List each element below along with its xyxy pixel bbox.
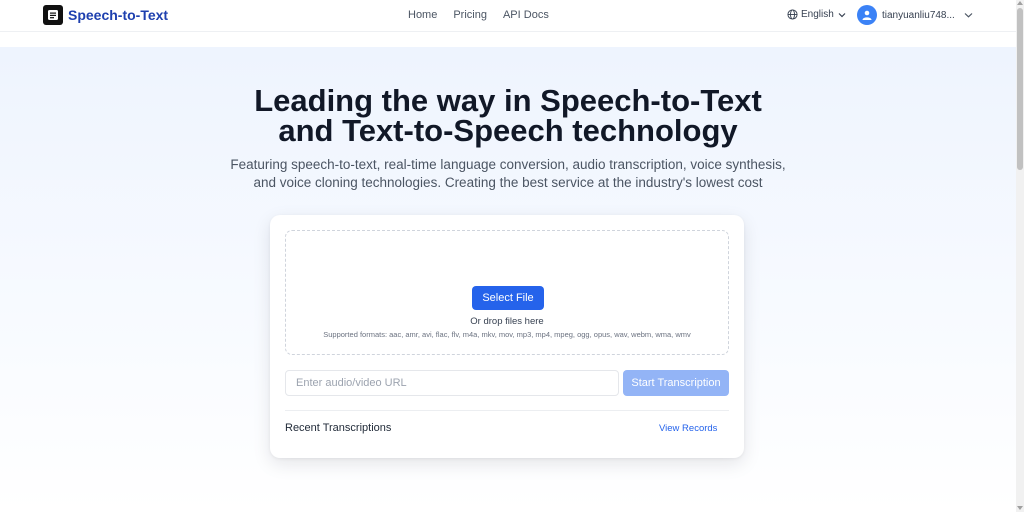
top-nav-bar: Speech-to-Text Home Pricing API Docs Eng… [0,0,1016,32]
scroll-up-arrow-icon[interactable] [1017,1,1023,5]
start-transcription-button[interactable]: Start Transcription [623,370,729,396]
user-menu[interactable]: tianyuanliu748... [857,5,973,25]
hero-subtitle-line-1: Featuring speech-to-text, real-time lang… [230,157,786,172]
view-records-link[interactable]: View Records [659,423,717,434]
user-avatar-icon [857,5,877,25]
globe-icon [787,9,798,20]
hero-subtitle-line-2: and voice cloning technologies. Creating… [253,175,763,190]
nav-home[interactable]: Home [408,9,437,21]
app-logo-icon [43,5,63,25]
page-scrollbar[interactable] [1016,0,1024,512]
drop-hint: Or drop files here [470,316,544,327]
divider [285,410,729,411]
language-selector[interactable]: English [787,9,846,20]
select-file-button[interactable]: Select File [472,286,544,310]
upload-card: Select File Or drop files here Supported… [270,215,744,458]
hero-subtitle: Featuring speech-to-text, real-time lang… [0,156,1016,192]
main-nav: Home Pricing API Docs [408,9,565,21]
hero-title-line-1: Leading the way in Speech-to-Text [254,83,762,118]
nav-api-docs[interactable]: API Docs [503,9,549,21]
scrollbar-thumb[interactable] [1017,8,1023,170]
language-label: English [801,9,834,20]
brand-link[interactable]: Speech-to-Text [43,5,168,25]
chevron-down-icon [838,12,846,17]
scroll-down-arrow-icon[interactable] [1017,506,1023,510]
hero-title-line-2: and Text-to-Speech technology [278,113,738,148]
hero-title: Leading the way in Speech-to-Text and Te… [0,83,1016,148]
recent-transcriptions-heading: Recent Transcriptions [285,422,392,434]
file-drop-zone[interactable]: Select File Or drop files here Supported… [285,230,729,355]
nav-pricing[interactable]: Pricing [453,9,487,21]
chevron-down-icon [964,13,973,18]
media-url-input[interactable] [285,370,619,396]
username: tianyuanliu748... [882,9,955,21]
supported-formats: Supported formats: aac, amr, avi, flac, … [323,330,691,339]
brand-name: Speech-to-Text [68,7,169,23]
